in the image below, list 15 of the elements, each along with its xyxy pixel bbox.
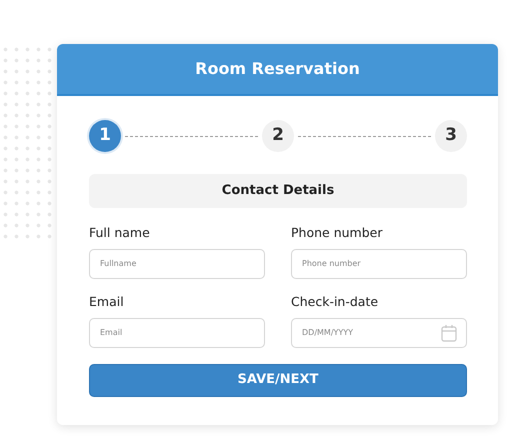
field-label: Full name [89, 224, 151, 242]
date-field[interactable]: DD/MM/YYYY [291, 318, 467, 348]
calendar-icon[interactable] [441, 324, 457, 342]
save-next-button[interactable]: SAVE/NEXT [89, 364, 467, 396]
field-label: Check-in-date [291, 292, 380, 311]
input-field[interactable]: Fullname [89, 248, 265, 279]
form-title: Room Reservation [195, 58, 360, 80]
field-label: Phone number [291, 224, 384, 242]
input-field[interactable]: Email [89, 318, 265, 348]
section-header: Contact Details [89, 174, 467, 208]
input-field[interactable]: Phone number [291, 248, 467, 279]
step-indicator[interactable]: 2 [262, 120, 294, 152]
step-indicator[interactable]: 3 [435, 120, 467, 152]
field-label: Email [89, 292, 125, 311]
step-indicator[interactable]: 1 [89, 120, 121, 152]
